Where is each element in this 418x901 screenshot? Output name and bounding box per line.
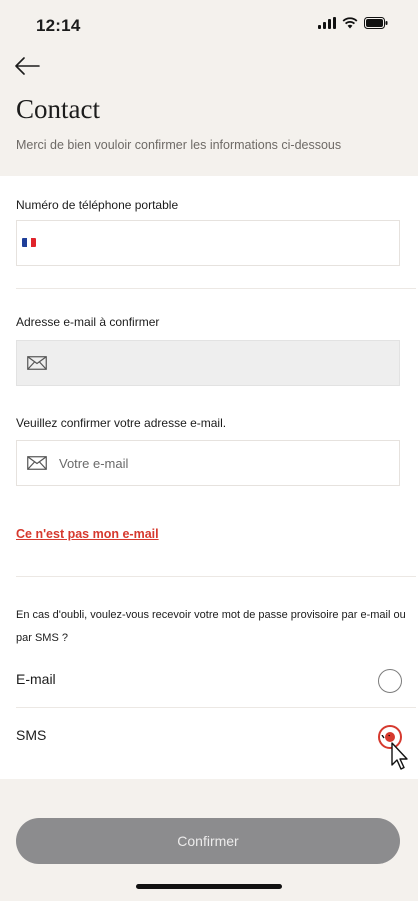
phone-label: Numéro de téléphone portable bbox=[16, 198, 179, 212]
arrow-left-icon bbox=[15, 57, 40, 75]
email-confirm-field bbox=[16, 340, 400, 386]
divider bbox=[16, 288, 416, 289]
email-verify-label: Veuillez confirmer votre adresse e-mail. bbox=[16, 416, 227, 430]
not-my-email-link[interactable]: Ce n'est pas mon e-mail bbox=[16, 527, 159, 541]
option-sms-label: SMS bbox=[16, 727, 47, 743]
divider bbox=[16, 707, 416, 708]
page-subtitle: Merci de bien vouloir confirmer les info… bbox=[16, 138, 342, 152]
france-flag-icon[interactable] bbox=[22, 238, 36, 247]
email-verify-field[interactable] bbox=[16, 440, 400, 486]
status-icons bbox=[318, 17, 388, 29]
option-sms[interactable]: SMS bbox=[0, 712, 418, 762]
signal-icon bbox=[318, 17, 336, 29]
mail-icon bbox=[27, 356, 47, 370]
confirm-button[interactable]: Confirmer bbox=[16, 818, 400, 864]
recovery-question: En cas d'oubli, voulez-vous recevoir vot… bbox=[16, 609, 406, 644]
status-bar: 12:14 bbox=[0, 0, 418, 46]
email-input[interactable] bbox=[59, 455, 359, 471]
radio-email[interactable] bbox=[378, 669, 402, 693]
option-email-label: E-mail bbox=[16, 671, 56, 687]
contact-form: Numéro de téléphone portable Adresse e-m… bbox=[0, 176, 418, 779]
divider bbox=[16, 576, 416, 577]
back-button[interactable] bbox=[14, 54, 44, 78]
cursor-icon bbox=[380, 735, 408, 770]
page-title: Contact bbox=[16, 94, 100, 124]
status-time: 12:14 bbox=[36, 16, 81, 35]
battery-icon bbox=[364, 17, 388, 29]
phone-field[interactable] bbox=[16, 220, 400, 266]
email-confirm-label: Adresse e-mail à confirmer bbox=[16, 315, 160, 329]
option-email[interactable]: E-mail bbox=[0, 656, 418, 706]
home-indicator bbox=[136, 884, 282, 889]
mail-icon bbox=[27, 456, 47, 470]
wifi-icon bbox=[342, 17, 358, 29]
